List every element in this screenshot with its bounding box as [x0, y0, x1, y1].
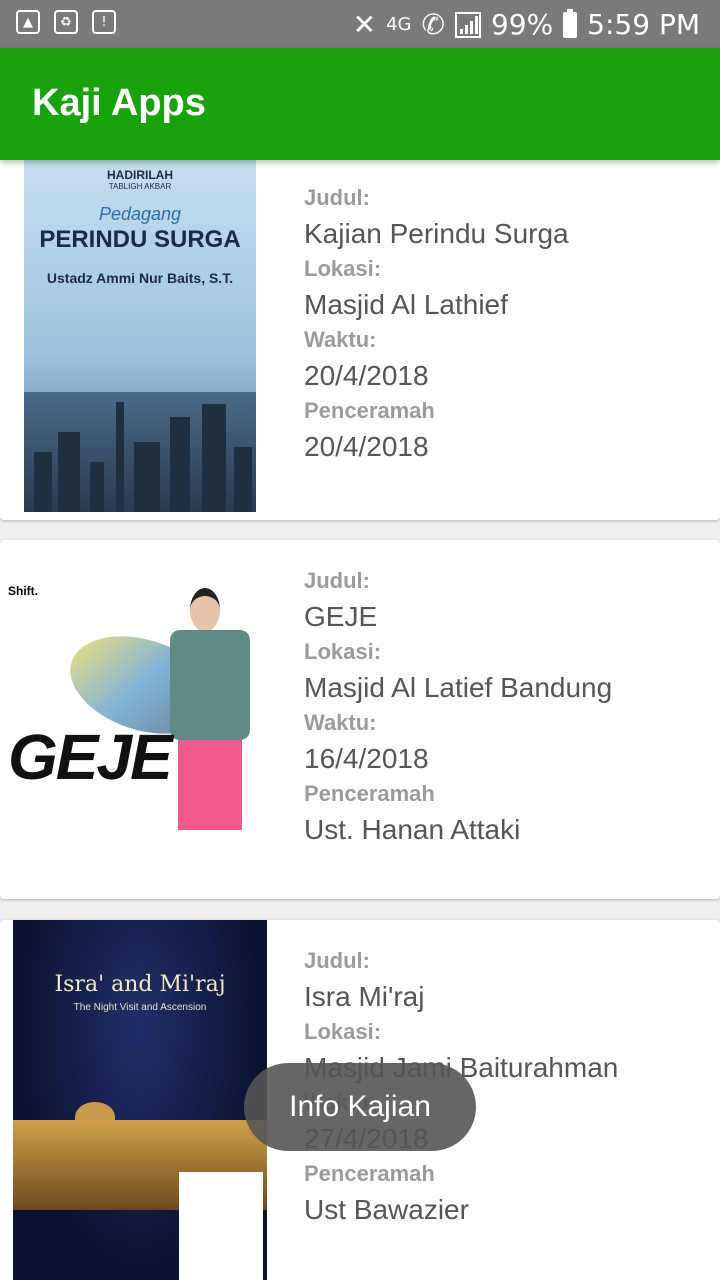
poster-theme: Pedagang: [98, 204, 182, 224]
waktu-label: Waktu:: [304, 710, 377, 735]
penceramah-label: Penceramah: [304, 398, 435, 423]
city-skyline: [24, 392, 256, 512]
penceramah-label: Penceramah: [304, 781, 435, 806]
event-card[interactable]: Shift. GEJE Judul: GEJE Lokasi: Masjid A…: [0, 540, 720, 899]
penceramah-value: Ust. Hanan Attaki: [304, 814, 521, 845]
battery-icon: [563, 8, 578, 38]
signal-icon: [454, 11, 481, 38]
mute-icon: ✕: [352, 8, 377, 41]
status-bar: ▲ ♻ ! ✕ 4G ✆ 99% 5:59 PM: [0, 0, 720, 48]
event-info: Judul: Kajian Perindu Surga Lokasi: Masj…: [304, 181, 569, 465]
penceramah-label: Penceramah: [304, 1161, 435, 1186]
app-bar: Kaji Apps: [0, 48, 720, 160]
gallery-notification-icon: ▲: [16, 10, 40, 34]
lokasi-value: Masjid Al Latief Bandung: [304, 672, 613, 703]
judul-value: GEJE: [304, 601, 378, 632]
judul-label: Judul:: [304, 568, 370, 593]
poster-subtitle: The Night Visit and Ascension: [73, 1002, 207, 1013]
poster-title: Isra' and Mi'raj: [54, 972, 226, 997]
event-poster: Shift. GEJE: [0, 560, 290, 860]
lokasi-label: Lokasi:: [304, 639, 382, 664]
person-body-graphic: [170, 630, 250, 740]
person-head-graphic: [190, 588, 220, 632]
waktu-label: Waktu:: [304, 327, 377, 352]
network-type: 4G: [386, 14, 412, 35]
penceramah-value: 20/4/2018: [304, 431, 429, 462]
waktu-value: 16/4/2018: [304, 743, 429, 774]
speaker-photo: [179, 1172, 263, 1280]
recycle-notification-icon: ♻: [54, 10, 78, 34]
judul-label: Judul:: [304, 185, 370, 210]
poster-speaker: Ustadz Ammi Nur Baits, S.T.: [46, 270, 234, 286]
poster-heading: HADIRILAH: [107, 168, 173, 182]
alert-notification-icon: !: [92, 10, 116, 34]
event-info: Judul: GEJE Lokasi: Masjid Al Latief Ban…: [304, 564, 612, 848]
poster-title: GEJE: [8, 721, 173, 793]
event-poster: HADIRILAH TABLIGH AKBAR Pedagang PERINDU…: [24, 160, 256, 512]
toast-message: Info Kajian: [244, 1063, 476, 1151]
person-legs-graphic: [178, 740, 242, 830]
lokasi-label: Lokasi:: [304, 256, 382, 281]
penceramah-value: Ust Bawazier: [304, 1194, 469, 1225]
event-card[interactable]: HADIRILAH TABLIGH AKBAR Pedagang PERINDU…: [0, 160, 720, 520]
clock: 5:59 PM: [587, 8, 700, 41]
poster-brand: Shift.: [8, 584, 38, 598]
judul-label: Judul:: [304, 948, 370, 973]
waktu-value: 20/4/2018: [304, 360, 429, 391]
lokasi-label: Lokasi:: [304, 1019, 382, 1044]
app-title: Kaji Apps: [32, 82, 206, 124]
judul-value: Isra Mi'raj: [304, 981, 425, 1012]
event-poster: Isra' and Mi'raj The Night Visit and Asc…: [13, 920, 267, 1280]
lokasi-value: Masjid Al Lathief: [304, 289, 508, 320]
judul-value: Kajian Perindu Surga: [304, 218, 569, 249]
poster-title: PERINDU SURGA: [39, 226, 241, 253]
call-icon: ✆: [421, 8, 445, 41]
poster-subheading: TABLIGH AKBAR: [108, 182, 172, 191]
battery-percent: 99%: [490, 8, 554, 41]
